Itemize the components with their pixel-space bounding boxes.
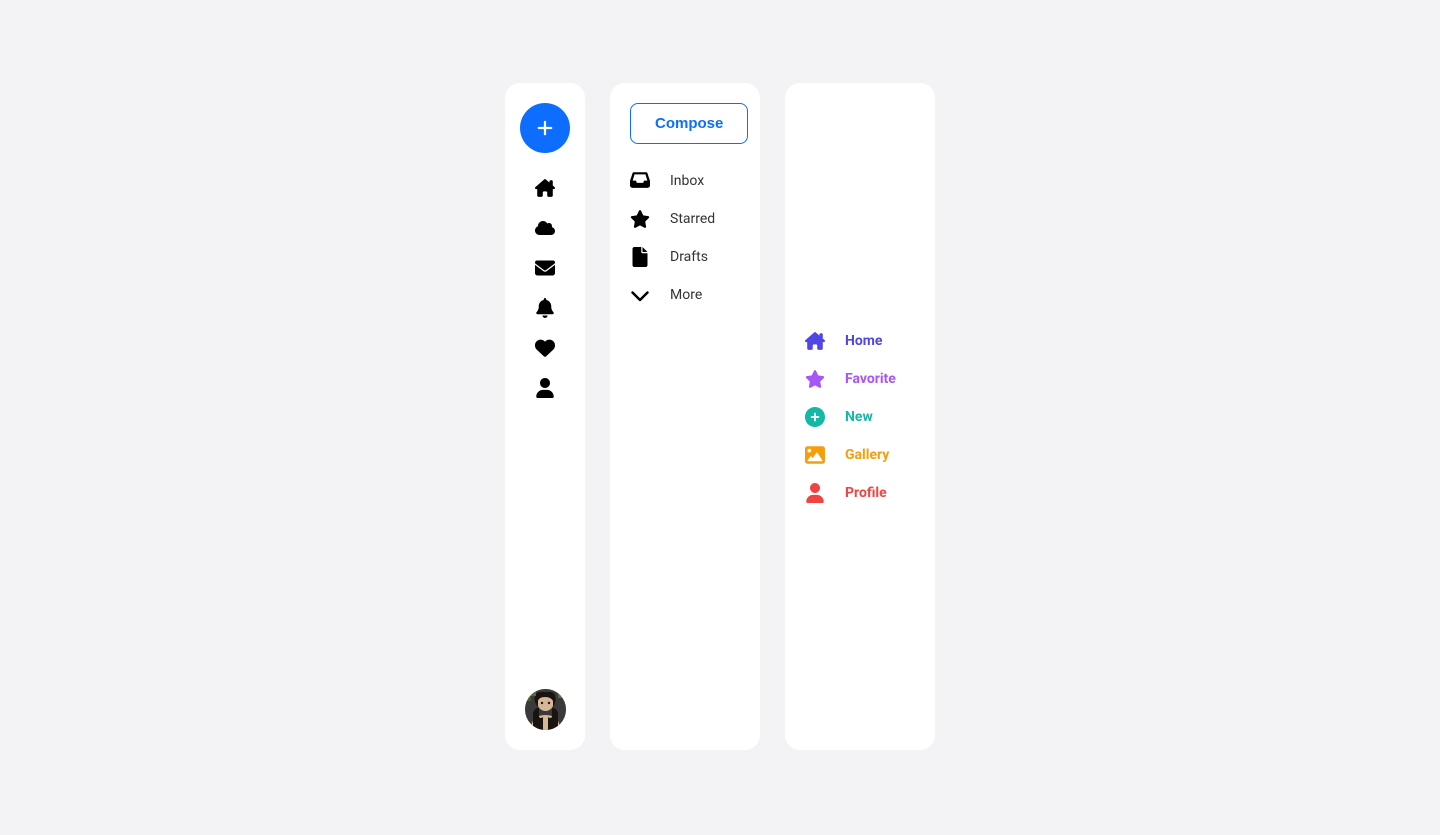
envelope-icon (535, 258, 555, 278)
menu-new[interactable]: New (805, 398, 915, 436)
heart-icon (535, 338, 555, 358)
avatar-image (525, 689, 566, 730)
avatar[interactable] (525, 689, 566, 730)
menu-label: Profile (845, 485, 887, 501)
bell-icon (535, 298, 555, 318)
menu-starred[interactable]: Starred (630, 200, 740, 238)
sidebar-cloud[interactable] (525, 208, 565, 248)
sidebar-bell[interactable] (525, 288, 565, 328)
image-icon (805, 445, 825, 465)
inbox-icon (630, 171, 650, 191)
email-sidebar: Compose Inbox Starred Drafts More (610, 83, 760, 750)
home-icon (535, 178, 555, 198)
star-icon (805, 369, 825, 389)
chevron-down-icon (630, 285, 650, 305)
cloud-icon (535, 218, 555, 238)
file-icon (630, 247, 650, 267)
menu-label: Starred (670, 211, 715, 227)
user-icon (535, 378, 555, 398)
menu-label: Inbox (670, 173, 704, 189)
menu-favorite[interactable]: Favorite (805, 360, 915, 398)
color-menu-list: Home Favorite New Gallery Profile (805, 322, 915, 512)
sidebar-envelope[interactable] (525, 248, 565, 288)
sidebar-user[interactable] (525, 368, 565, 408)
icon-sidebar (505, 83, 585, 750)
star-icon (630, 209, 650, 229)
menu-label: New (845, 409, 873, 425)
color-sidebar: Home Favorite New Gallery Profile (785, 83, 935, 750)
menu-inbox[interactable]: Inbox (630, 162, 740, 200)
menu-label: Gallery (845, 447, 889, 463)
plus-icon (536, 119, 554, 137)
menu-profile[interactable]: Profile (805, 474, 915, 512)
menu-label: Home (845, 333, 882, 349)
icon-list (525, 168, 565, 408)
menu-label: More (670, 287, 702, 303)
menu-gallery[interactable]: Gallery (805, 436, 915, 474)
sidebar-heart[interactable] (525, 328, 565, 368)
plus-circle-icon (805, 407, 825, 427)
compose-button[interactable]: Compose (630, 103, 748, 144)
add-button[interactable] (520, 103, 570, 153)
email-menu-list: Inbox Starred Drafts More (630, 162, 740, 314)
user-icon (805, 483, 825, 503)
home-icon (805, 331, 825, 351)
menu-label: Favorite (845, 371, 896, 387)
sidebar-home[interactable] (525, 168, 565, 208)
menu-drafts[interactable]: Drafts (630, 238, 740, 276)
menu-more[interactable]: More (630, 276, 740, 314)
menu-home[interactable]: Home (805, 322, 915, 360)
menu-label: Drafts (670, 249, 708, 265)
